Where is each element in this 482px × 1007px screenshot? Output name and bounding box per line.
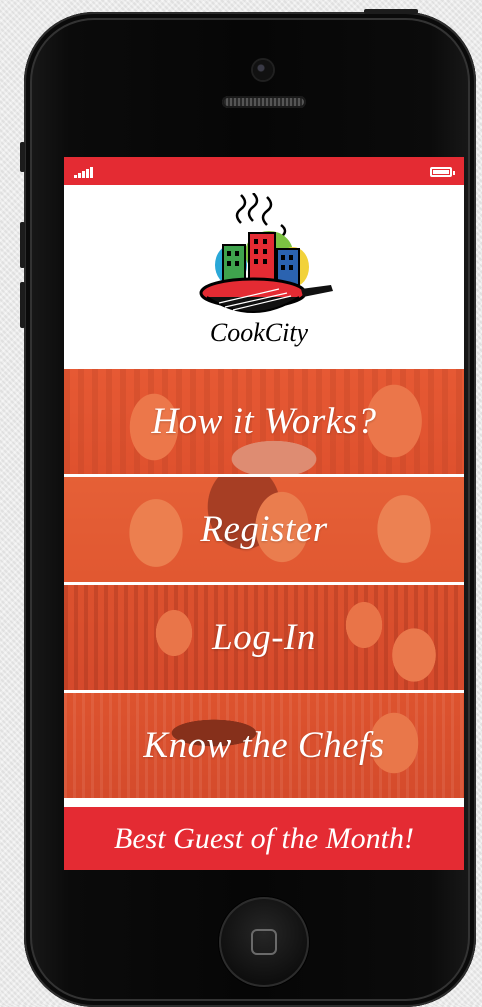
silent-switch	[20, 142, 25, 172]
best-guest-button[interactable]: Best Guest of the Month!	[64, 807, 464, 870]
app-screen: CookCity How it Works? Register Log-In K…	[64, 157, 464, 870]
best-guest-label: Best Guest of the Month!	[114, 821, 414, 855]
log-in-button[interactable]: Log-In	[64, 585, 464, 690]
signal-bars-icon	[74, 166, 93, 178]
status-bar	[64, 157, 464, 185]
earpiece-speaker	[222, 96, 306, 108]
volume-down-button	[20, 282, 25, 328]
battery-icon	[430, 167, 455, 177]
menu-item-label: Register	[200, 509, 328, 550]
how-it-works-button[interactable]: How it Works?	[64, 369, 464, 474]
home-square-icon	[251, 929, 277, 955]
register-button[interactable]: Register	[64, 477, 464, 582]
know-the-chefs-button[interactable]: Know the Chefs	[64, 693, 464, 798]
menu-item-label: How it Works?	[151, 401, 377, 442]
menu-item-label: Log-In	[212, 617, 316, 658]
home-button[interactable]	[219, 897, 309, 987]
cookcity-logo: CookCity	[199, 193, 333, 347]
separator	[64, 798, 464, 801]
logo-text: CookCity	[210, 318, 309, 347]
front-camera-icon	[253, 60, 273, 80]
volume-up-button	[20, 222, 25, 268]
menu-item-label: Know the Chefs	[143, 725, 385, 766]
power-button	[364, 9, 418, 14]
logo-header: CookCity	[64, 185, 464, 369]
